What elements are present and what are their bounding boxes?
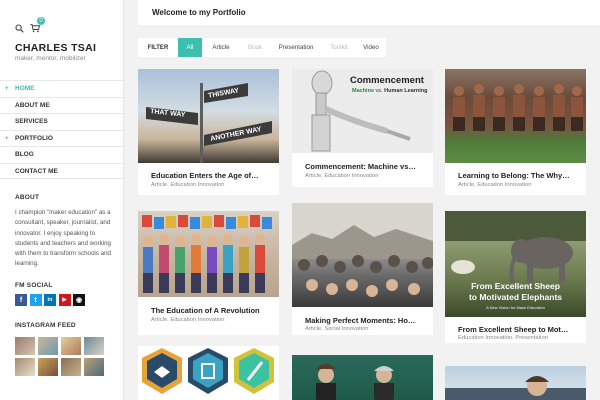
portfolio-card[interactable]: The Education of A Revolution Article, E…	[138, 211, 279, 335]
image-subline: Machine vs. Human Learning	[352, 88, 428, 94]
card-category[interactable]: Article, Education Innovation	[151, 182, 224, 188]
nav-item-label: CONTACT ME	[15, 167, 58, 175]
main-nav: + HOME ABOUT ME SERVICES + PORTFOLIO BLOG …	[0, 80, 124, 179]
panel-photo-graphic	[316, 364, 394, 400]
image-subline: A New Vision for Mass Education	[486, 305, 545, 310]
social-heading: FM SOCIAL	[15, 282, 53, 289]
sidebar: 0 CHARLES TSAI maker, mentor, mobilizer …	[0, 0, 124, 400]
portfolio-card[interactable]: Commencement Machine vs. Human Learning …	[292, 69, 433, 187]
cart-icon[interactable]: 0	[30, 17, 45, 33]
card-title[interactable]: Commencement: Machine vs…	[305, 162, 416, 171]
youtube-icon[interactable]: ▶	[58, 294, 71, 306]
card-image[interactable]	[138, 346, 279, 400]
card-title[interactable]: Education Enters the Age of…	[151, 171, 259, 180]
nav-item-about-me[interactable]: ABOUT ME	[0, 96, 124, 114]
cart-count-badge: 0	[37, 17, 45, 25]
card-image[interactable]	[138, 211, 279, 297]
linkedin-icon[interactable]: in	[44, 294, 56, 306]
nav-item-home[interactable]: + HOME	[0, 80, 124, 97]
about-text: I champion "maker education" as a consul…	[15, 209, 111, 268]
card-title[interactable]: From Excellent Sheep to Mot…	[458, 325, 568, 334]
instagram-feed	[15, 337, 107, 376]
portfolio-card[interactable]: Making Perfect Moments: Ho… Article, Soc…	[292, 203, 433, 335]
card-image[interactable]	[445, 366, 586, 400]
portfolio-card[interactable]: THAT WAY THISWAY ANOTHER WAY Education E…	[138, 69, 279, 195]
instagram-thumb[interactable]	[15, 337, 35, 355]
rss-icon[interactable]: ◉	[73, 294, 85, 306]
instagram-thumb[interactable]	[84, 337, 104, 355]
nav-item-contact-me[interactable]: CONTACT ME	[0, 162, 124, 179]
nav-item-label: HOME	[15, 85, 35, 92]
nav-item-blog[interactable]: BLOG	[0, 146, 124, 163]
filter-label: FILTER	[147, 44, 169, 51]
card-category[interactable]: Article, Education Innovation	[458, 182, 531, 188]
card-image[interactable]: THAT WAY THISWAY ANOTHER WAY	[138, 69, 279, 163]
image-headline: From Excellent Sheep	[471, 281, 560, 291]
card-title[interactable]: Making Perfect Moments: Ho…	[305, 316, 415, 325]
image-subline-human: Human Learning	[384, 88, 428, 94]
card-category[interactable]: Article, Social Innovation	[305, 326, 368, 332]
instagram-heading: INSTAGRAM FEED	[15, 322, 76, 329]
card-image[interactable]: Commencement Machine vs. Human Learning	[292, 69, 433, 153]
filter-toolkit-button[interactable]: Toolkit	[322, 38, 356, 57]
berlin-wall-graphic	[292, 203, 433, 297]
nav-item-label: SERVICES	[15, 118, 48, 125]
instagram-thumb[interactable]	[38, 358, 58, 376]
card-title[interactable]: Learning to Belong: The Why…	[458, 171, 570, 180]
filter-video-button[interactable]: Video	[356, 38, 386, 57]
portfolio-card[interactable]	[138, 346, 279, 400]
children-photo-graphic	[142, 215, 272, 293]
image-headline: to Motivated Elephants	[468, 292, 563, 302]
page-title: Welcome to my Portfolio	[152, 8, 246, 17]
site-tagline: maker, mentor, mobilizer	[15, 55, 86, 62]
card-image[interactable]	[292, 203, 433, 307]
portfolio-card[interactable]	[292, 355, 433, 400]
instagram-thumb[interactable]	[84, 358, 104, 376]
image-headline: Commencement	[350, 75, 424, 86]
filter-book-button[interactable]: Book	[240, 38, 270, 57]
filter-article-button[interactable]: Article	[202, 38, 240, 57]
instagram-thumb[interactable]	[61, 337, 81, 355]
social-links: f t in ▶ ◉	[15, 294, 85, 306]
nav-item-services[interactable]: SERVICES	[0, 113, 124, 130]
badges-graphic	[142, 348, 274, 394]
expand-icon[interactable]: +	[5, 131, 9, 147]
about-heading: ABOUT	[15, 194, 40, 201]
facebook-icon[interactable]: f	[15, 294, 27, 306]
image-subline-machine: Machine	[352, 88, 375, 94]
filter-all-button[interactable]: All	[178, 38, 202, 57]
card-category[interactable]: Article, Education Innovation	[305, 173, 378, 179]
card-image[interactable]	[292, 355, 433, 400]
group-photo-graphic	[453, 84, 583, 131]
instagram-thumb[interactable]	[15, 358, 35, 376]
portfolio-card[interactable]: Learning to Belong: The Why… Article, Ed…	[445, 69, 586, 195]
site-title[interactable]: CHARLES TSAI	[15, 42, 96, 54]
nav-item-label: BLOG	[15, 151, 34, 158]
card-category[interactable]: Education Innovation, Presentation	[458, 335, 548, 341]
twitter-icon[interactable]: t	[29, 294, 42, 306]
nav-item-label: PORTFOLIO	[15, 134, 53, 142]
sidebar-top-icons: 0	[15, 17, 45, 34]
image-subline-vs: vs.	[375, 88, 383, 94]
card-category[interactable]: Article, Education Innovation	[151, 317, 224, 323]
portfolio-filter: FILTER All Article Book Presentation Too…	[138, 38, 386, 57]
card-title[interactable]: The Education of A Revolution	[151, 306, 260, 315]
search-icon[interactable]	[15, 23, 24, 33]
portfolio-card[interactable]	[445, 366, 586, 400]
card-image[interactable]	[445, 69, 586, 163]
speaker-photo-graphic	[445, 376, 586, 400]
filter-presentation-button[interactable]: Presentation	[270, 38, 322, 57]
expand-icon[interactable]: +	[5, 81, 9, 97]
instagram-thumb[interactable]	[38, 337, 58, 355]
instagram-thumb[interactable]	[61, 358, 81, 376]
card-image[interactable]: From Excellent Sheep to Motivated Elepha…	[445, 211, 586, 317]
nav-item-label: ABOUT ME	[15, 101, 50, 109]
nav-item-portfolio[interactable]: + PORTFOLIO	[0, 129, 124, 147]
page-header: Welcome to my Portfolio	[138, 0, 600, 25]
portfolio-card[interactable]: From Excellent Sheep to Motivated Elepha…	[445, 211, 586, 343]
